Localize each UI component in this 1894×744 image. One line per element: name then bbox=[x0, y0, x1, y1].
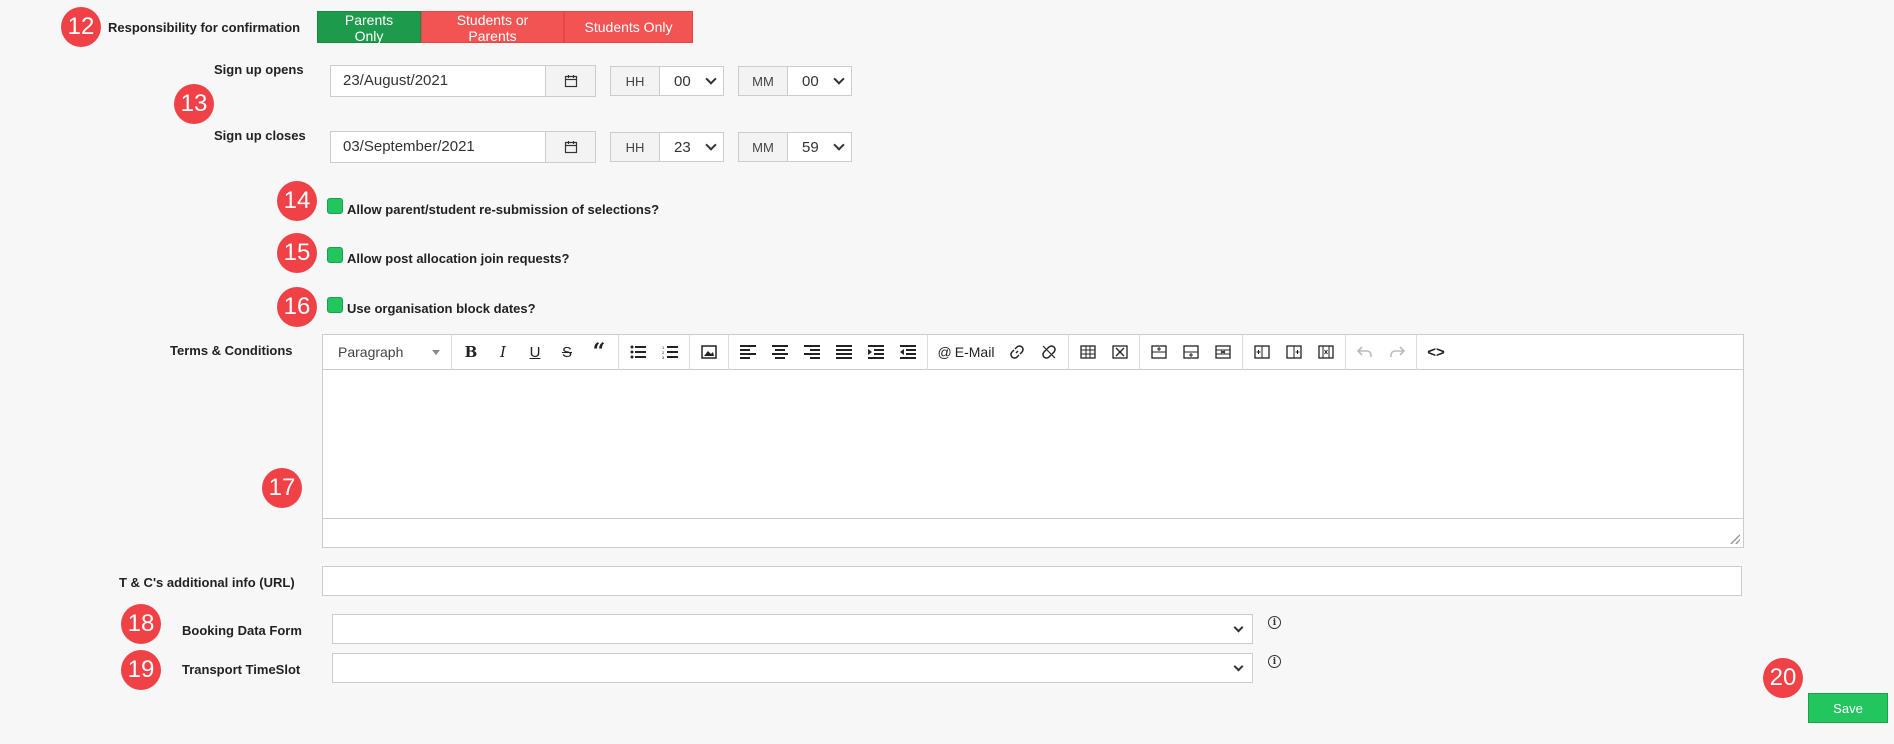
row-insert-before-icon[interactable] bbox=[1143, 338, 1175, 366]
resubmission-label: Allow parent/student re-submission of se… bbox=[347, 202, 660, 217]
info-icon[interactable]: i bbox=[1268, 616, 1281, 629]
undo-icon[interactable] bbox=[1349, 338, 1381, 366]
parents-only-button[interactable]: Parents Only bbox=[317, 11, 421, 44]
signup-closes-minute-group: MM 59 bbox=[738, 132, 852, 162]
chevron-down-icon bbox=[1233, 661, 1244, 671]
signup-opens-minute-group: MM 00 bbox=[738, 66, 852, 96]
underline-icon[interactable]: U bbox=[519, 338, 551, 366]
step-badge-15: 15 bbox=[277, 233, 317, 273]
email-label: E-Mail bbox=[954, 344, 995, 360]
hour-addon: HH bbox=[610, 66, 660, 96]
resubmission-checkbox[interactable] bbox=[327, 198, 343, 214]
step-badge-19: 19 bbox=[121, 650, 161, 690]
step-badge-17: 17 bbox=[262, 468, 302, 508]
confirmation-toggle-group: Parents Only Students or Parents Student… bbox=[317, 11, 693, 44]
signup-opens-hour-select[interactable]: 00 bbox=[660, 66, 724, 96]
signup-closes-hour-group: HH 23 bbox=[610, 132, 724, 162]
minute-value: 00 bbox=[802, 72, 819, 90]
minute-addon: MM bbox=[738, 66, 788, 96]
signup-opens-minute-select[interactable]: 00 bbox=[788, 66, 852, 96]
svg-text:3: 3 bbox=[662, 355, 665, 359]
post-allocation-checkbox[interactable] bbox=[327, 247, 343, 263]
col-insert-before-icon[interactable] bbox=[1246, 338, 1278, 366]
hour-value: 23 bbox=[674, 138, 691, 156]
signup-opens-hour-group: HH 00 bbox=[610, 66, 724, 96]
calendar-icon[interactable] bbox=[546, 65, 596, 97]
signup-closes-date-group: 03/September/2021 bbox=[330, 131, 596, 163]
hour-value: 00 bbox=[674, 72, 691, 90]
paragraph-format-dropdown[interactable]: Paragraph bbox=[330, 338, 448, 366]
step-badge-13: 13 bbox=[174, 84, 214, 124]
caret-down-icon bbox=[432, 349, 440, 355]
bold-icon[interactable]: B bbox=[455, 338, 487, 366]
step-badge-16: 16 bbox=[277, 287, 317, 327]
align-justify-icon[interactable] bbox=[828, 338, 860, 366]
chevron-down-icon bbox=[833, 139, 845, 151]
numbered-list-icon[interactable]: 123 bbox=[654, 338, 686, 366]
step-badge-20: 20 bbox=[1763, 658, 1803, 698]
signup-opens-date-input[interactable]: 23/August/2021 bbox=[330, 65, 546, 97]
terms-label: Terms & Conditions bbox=[170, 343, 293, 358]
minute-addon: MM bbox=[738, 132, 788, 162]
outdent-icon[interactable] bbox=[892, 338, 924, 366]
at-icon: @ bbox=[937, 344, 952, 360]
hour-addon: HH bbox=[610, 132, 660, 162]
terms-edit-area[interactable] bbox=[323, 370, 1743, 519]
post-allocation-label: Allow post allocation join requests? bbox=[347, 251, 570, 266]
students-only-button[interactable]: Students Only bbox=[564, 11, 693, 43]
source-code-icon[interactable]: <> bbox=[1420, 338, 1452, 366]
block-dates-checkbox[interactable] bbox=[327, 297, 343, 313]
editor-statusbar bbox=[323, 519, 1743, 547]
align-right-icon[interactable] bbox=[796, 338, 828, 366]
signup-closes-date-input[interactable]: 03/September/2021 bbox=[330, 131, 546, 163]
signup-opens-date-group: 23/August/2021 bbox=[330, 65, 596, 97]
transport-select[interactable] bbox=[332, 653, 1253, 683]
email-link-button[interactable]: @ E-Mail bbox=[931, 338, 1001, 366]
calendar-icon[interactable] bbox=[546, 131, 596, 163]
chevron-down-icon bbox=[1233, 622, 1244, 632]
editor-toolbar: Paragraph B I U S “ 123 @ E-Mail <> bbox=[323, 334, 1743, 370]
link-icon[interactable] bbox=[1001, 338, 1033, 366]
signup-closes-label: Sign up closes bbox=[214, 128, 306, 143]
col-insert-after-icon[interactable] bbox=[1278, 338, 1310, 366]
info-icon[interactable]: i bbox=[1268, 655, 1281, 668]
redo-icon[interactable] bbox=[1381, 338, 1413, 366]
tc-url-label: T & C's additional info (URL) bbox=[119, 575, 295, 590]
blockquote-icon[interactable]: “ bbox=[583, 338, 615, 366]
signup-closes-minute-select[interactable]: 59 bbox=[788, 132, 852, 162]
row-delete-icon[interactable] bbox=[1207, 338, 1239, 366]
transport-label: Transport TimeSlot bbox=[182, 662, 301, 677]
row-insert-after-icon[interactable] bbox=[1175, 338, 1207, 366]
indent-icon[interactable] bbox=[860, 338, 892, 366]
step-badge-14: 14 bbox=[277, 181, 317, 221]
chevron-down-icon bbox=[705, 73, 717, 85]
signup-opens-label: Sign up opens bbox=[214, 62, 304, 77]
save-button[interactable]: Save bbox=[1808, 693, 1888, 723]
bullet-list-icon[interactable] bbox=[622, 338, 654, 366]
delete-table-icon[interactable] bbox=[1104, 338, 1136, 366]
unlink-icon[interactable] bbox=[1033, 338, 1065, 366]
minute-value: 59 bbox=[802, 138, 819, 156]
resize-handle-icon[interactable] bbox=[1730, 534, 1740, 544]
step-badge-12: 12 bbox=[61, 7, 101, 47]
align-left-icon[interactable] bbox=[732, 338, 764, 366]
strikethrough-icon[interactable]: S bbox=[551, 338, 583, 366]
booking-form-label: Booking Data Form bbox=[182, 623, 302, 638]
table-icon[interactable] bbox=[1072, 338, 1104, 366]
paragraph-label: Paragraph bbox=[338, 344, 404, 360]
terms-editor: Paragraph B I U S “ 123 @ E-Mail <> bbox=[322, 334, 1744, 548]
col-delete-icon[interactable] bbox=[1310, 338, 1342, 366]
italic-icon[interactable]: I bbox=[487, 338, 519, 366]
confirmation-label: Responsibility for confirmation bbox=[108, 20, 301, 35]
booking-form-select[interactable] bbox=[332, 614, 1253, 644]
step-badge-18: 18 bbox=[121, 604, 161, 644]
signup-closes-hour-select[interactable]: 23 bbox=[660, 132, 724, 162]
chevron-down-icon bbox=[833, 73, 845, 85]
align-center-icon[interactable] bbox=[764, 338, 796, 366]
students-or-parents-button[interactable]: Students or Parents bbox=[421, 11, 564, 44]
chevron-down-icon bbox=[705, 139, 717, 151]
tc-url-input[interactable] bbox=[322, 566, 1742, 596]
block-dates-label: Use organisation block dates? bbox=[347, 301, 536, 316]
image-icon[interactable] bbox=[693, 338, 725, 366]
